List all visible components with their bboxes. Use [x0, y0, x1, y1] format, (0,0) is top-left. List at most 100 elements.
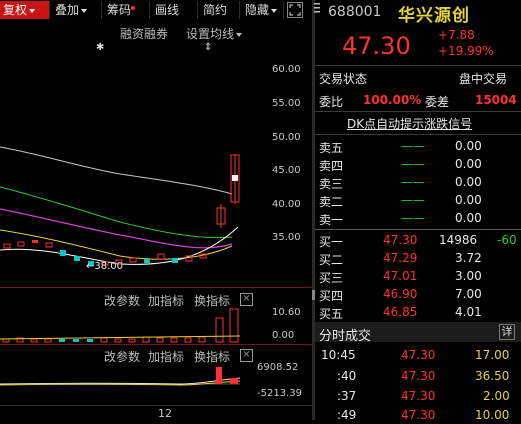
menu-icon[interactable]: [312, 0, 322, 18]
bid-price: 46.90: [383, 287, 418, 301]
tick-price: 47.30: [401, 369, 436, 383]
tick-price: 47.30: [401, 348, 436, 362]
low-price-label: 38.00: [94, 261, 124, 272]
candle: [129, 257, 137, 263]
divider: [315, 229, 521, 230]
price-tick: 40.00: [272, 199, 301, 210]
simple-mode-button[interactable]: 简约: [200, 1, 240, 19]
volume-bar: [114, 338, 122, 343]
chips-button[interactable]: 筹码: [104, 1, 150, 19]
volume-bar: [198, 336, 206, 343]
macd-bar: [230, 378, 238, 384]
candle: [3, 243, 11, 249]
volume-bar: [170, 337, 178, 343]
ma-line-white-short: [0, 226, 239, 265]
candle: [32, 240, 38, 243]
tick-row: :49 47.30 10.00: [315, 408, 521, 424]
details-button[interactable]: 详: [499, 324, 515, 340]
close-icon[interactable]: ×: [240, 293, 253, 306]
ask-label: 卖三: [319, 177, 344, 191]
draw-line-button[interactable]: 画线: [152, 1, 198, 19]
indicator2-axis-bottom: -5213.39: [257, 388, 302, 399]
price-change: +7.88: [438, 28, 475, 42]
ticks-title: 分时成交: [319, 329, 372, 344]
overlay-label: 叠加: [55, 3, 80, 17]
hide-dropdown[interactable]: 隐藏: [242, 1, 284, 19]
ask-price: ——: [401, 175, 425, 189]
order-diff-label: 委差: [425, 95, 450, 109]
bid-volume: 3.72: [455, 251, 482, 265]
divider: [315, 134, 521, 135]
bid-volume: 4.01: [455, 305, 482, 319]
tick-volume: 17.00: [475, 348, 510, 362]
tick-volume: 2.00: [483, 389, 510, 403]
bid-price: 46.85: [383, 305, 418, 319]
ticks-header: 分时成交 详: [315, 322, 521, 344]
tick-price: 47.30: [401, 389, 436, 403]
candle: [60, 250, 66, 256]
chevron-down-icon: [271, 8, 278, 13]
notification-dot-icon: [131, 6, 136, 10]
fullscreen-button[interactable]: [287, 2, 303, 18]
dk-signal-link[interactable]: DK点自动提示涨跌信号: [347, 115, 472, 132]
bid-label: 买二: [319, 253, 344, 267]
expand-icon: [289, 4, 301, 16]
quote-panel: 688001 华兴源创 47.30 +7.88 +19.99% 交易状态 盘中交…: [312, 0, 521, 422]
price-tick: 45.00: [272, 165, 301, 176]
stock-name: 华兴源创: [398, 6, 470, 26]
bid-row: 买四 46.90 7.00: [315, 287, 521, 303]
macd-bar: [216, 367, 222, 384]
bid-label: 买一: [319, 235, 344, 249]
kline-chart[interactable]: 融资融券 设置均线 ✱ ⇕ 60.00 55.00 50.00 45.00 40…: [0, 22, 312, 292]
volume-bar: [128, 338, 136, 343]
bid-row: 买一 47.30 14986 -60: [315, 233, 521, 249]
ask-volume: 0.00: [455, 139, 482, 153]
overlay-dropdown[interactable]: 叠加: [52, 1, 102, 19]
panel-divider: [0, 344, 312, 345]
candle: [144, 259, 150, 263]
bid-row: 买三 47.01 3.00: [315, 269, 521, 285]
chevron-down-icon: [29, 8, 36, 13]
time-axis: 12: [0, 405, 312, 421]
order-ratio-value: 100.00%: [363, 93, 422, 107]
ask-label: 卖一: [319, 213, 344, 227]
chips-label: 筹码: [107, 3, 132, 17]
volume-bar: [100, 337, 108, 343]
bid-label: 买五: [319, 307, 344, 321]
ask-price: ——: [401, 193, 425, 207]
ask-price: ——: [401, 139, 425, 153]
close-icon[interactable]: ×: [240, 349, 253, 362]
price-tick: 35.00: [272, 232, 301, 243]
tick-time: :37: [337, 389, 357, 403]
draw-line-label: 画线: [155, 3, 180, 17]
candle: [157, 253, 165, 260]
tick-volume: 36.50: [475, 369, 510, 383]
bid-label: 买四: [319, 289, 344, 303]
ask-price: ——: [401, 211, 425, 225]
price-tick: 55.00: [272, 98, 301, 109]
volume-bar: [229, 308, 239, 343]
tick-time: 10:45: [321, 348, 356, 362]
bid-price: 47.29: [383, 251, 418, 265]
ask-row: 卖一 —— 0.00: [315, 211, 521, 227]
candle: [17, 241, 25, 247]
volume-bar: [73, 339, 79, 342]
bid-price: 47.30: [383, 233, 418, 247]
panel-divider: [0, 287, 312, 288]
price-change-pct: +19.99%: [438, 44, 494, 58]
ma-line-white: [0, 146, 233, 195]
last-price: 47.30: [342, 32, 411, 60]
restore-rights-dropdown[interactable]: 复权: [0, 1, 50, 19]
order-ratio-label: 委比: [319, 95, 344, 109]
ask-label: 卖二: [319, 195, 344, 209]
volume-bar: [184, 337, 192, 343]
chart-toolbar: 复权 叠加 筹码 画线 简约 隐藏: [0, 0, 312, 20]
ask-label: 卖五: [319, 141, 344, 155]
bid-label: 买三: [319, 271, 344, 285]
tick-row: :40 47.30 36.50: [315, 369, 521, 385]
bid-row: 买五 46.85 4.01: [315, 305, 521, 321]
volume-bar: [156, 337, 164, 343]
stock-code: 688001: [328, 4, 382, 20]
tick-row: 10:45 47.30 17.00: [315, 348, 521, 364]
hide-label: 隐藏: [245, 3, 270, 17]
